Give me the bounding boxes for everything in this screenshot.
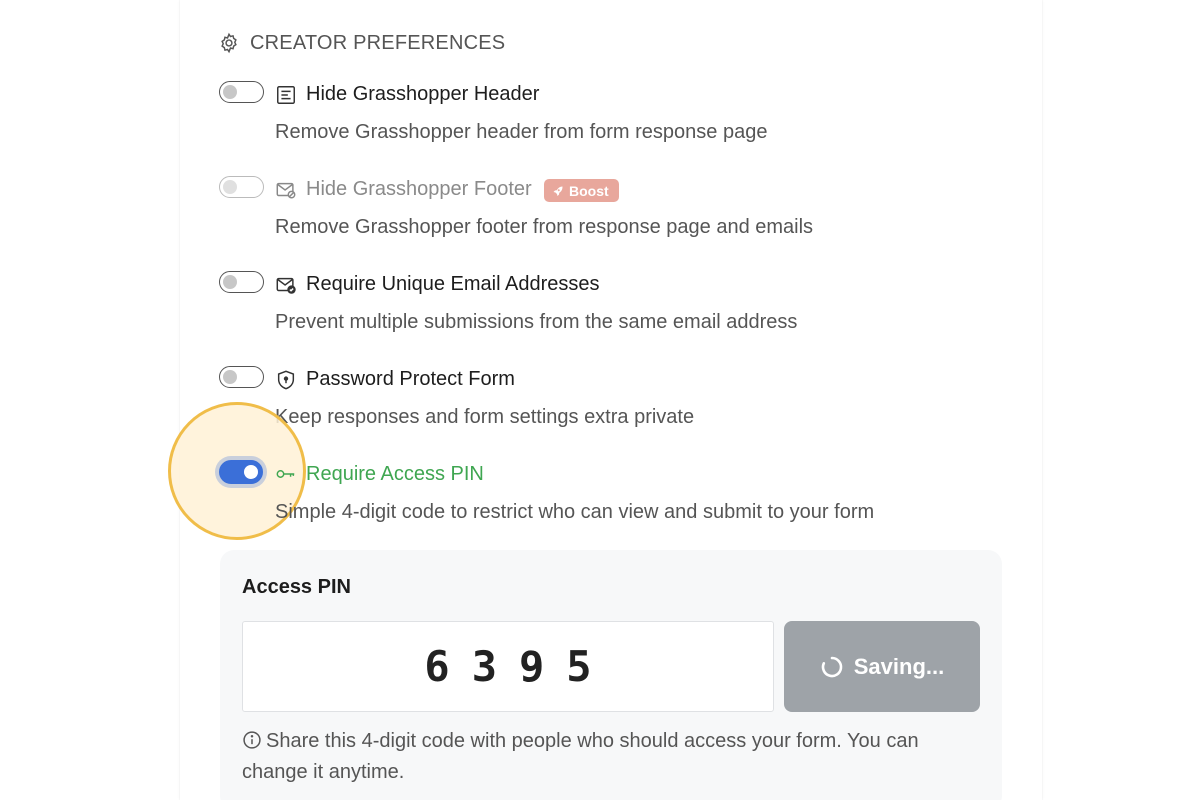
option-title-access-pin: Require Access PIN	[306, 463, 484, 485]
option-title-hide-footer: Hide Grasshopper Footer	[306, 178, 532, 200]
toggle-hide-header[interactable]	[219, 81, 264, 103]
toggle-knob	[223, 85, 237, 99]
access-pin-hint-text: Share this 4-digit code with people who …	[242, 730, 919, 783]
option-title-hide-header: Hide Grasshopper Header	[306, 83, 540, 105]
access-pin-hint: Share this 4-digit code with people who …	[242, 726, 982, 788]
toggle-access-pin[interactable]	[219, 460, 263, 484]
access-pin-label: Access PIN	[242, 576, 351, 598]
spinner-icon	[821, 656, 843, 677]
boost-badge[interactable]: Boost	[544, 179, 619, 202]
info-icon	[243, 731, 261, 749]
toggle-hide-footer[interactable]	[219, 176, 264, 198]
gear-icon	[221, 32, 237, 54]
toggle-knob	[244, 465, 258, 479]
mail-check-icon	[276, 277, 296, 294]
document-icon	[277, 86, 295, 104]
toggle-knob	[223, 370, 237, 384]
key-icon	[276, 470, 295, 478]
option-desc-unique-email: Prevent multiple submissions from the sa…	[275, 311, 798, 333]
option-desc-hide-footer: Remove Grasshopper footer from response …	[275, 216, 814, 238]
option-desc-hide-header: Remove Grasshopper header from form resp…	[275, 121, 768, 143]
section-header: CREATOR PREFERENCES	[218, 30, 505, 56]
save-button[interactable]: Saving...	[784, 621, 980, 712]
rocket-icon	[553, 186, 563, 196]
toggle-knob	[223, 275, 237, 289]
save-button-label: Saving...	[853, 653, 945, 679]
option-title-password-protect: Password Protect Form	[306, 368, 515, 390]
boost-badge-label: Boost	[569, 182, 609, 199]
section-title: CREATOR PREFERENCES	[250, 31, 506, 54]
option-desc-access-pin: Simple 4-digit code to restrict who can …	[275, 501, 875, 523]
toggle-password-protect[interactable]	[219, 366, 264, 388]
toggle-unique-email[interactable]	[219, 271, 264, 293]
option-desc-password-protect: Keep responses and form settings extra p…	[275, 406, 695, 428]
option-title-unique-email: Require Unique Email Addresses	[306, 273, 600, 295]
mail-off-icon	[276, 182, 296, 199]
shield-lock-icon	[277, 370, 295, 390]
access-pin-input[interactable]: 6395	[242, 621, 774, 712]
toggle-knob	[223, 180, 237, 194]
